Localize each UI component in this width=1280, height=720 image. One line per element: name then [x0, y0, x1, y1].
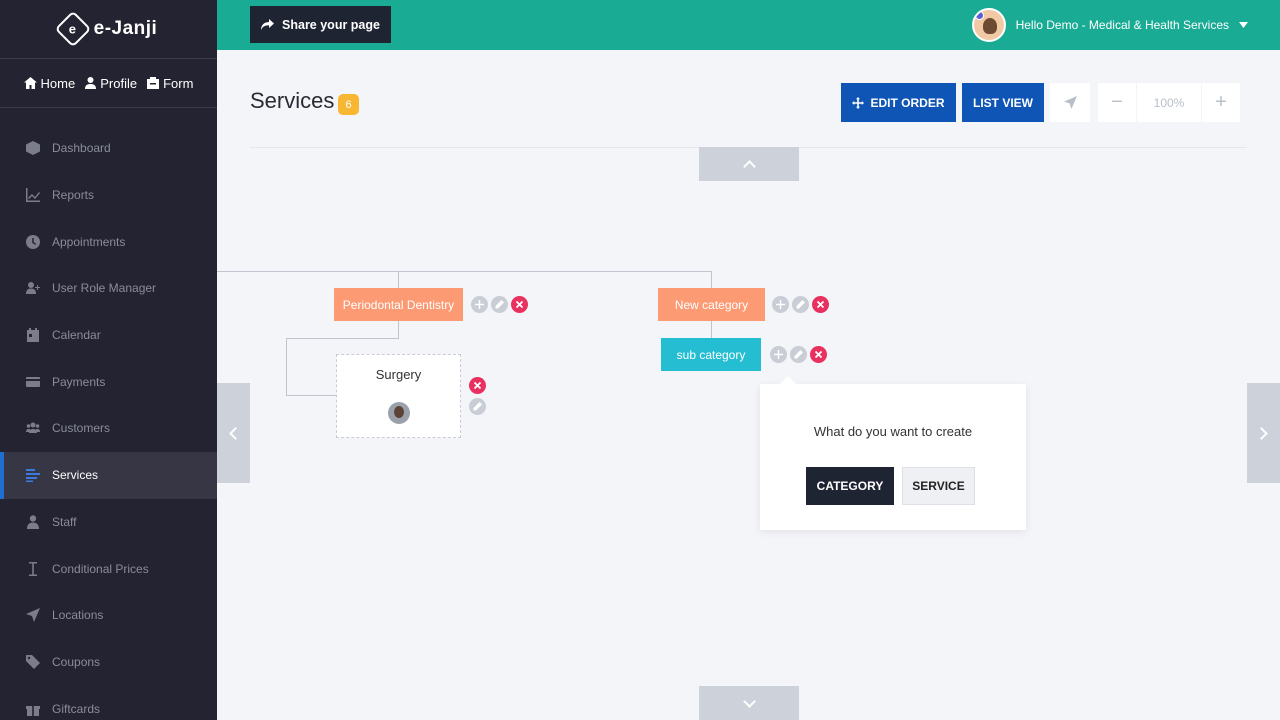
create-category-button[interactable]: CATEGORY	[806, 467, 894, 505]
plus-icon	[475, 300, 484, 309]
popup-question: What do you want to create	[813, 424, 973, 439]
subcategory-node[interactable]: sub category	[661, 338, 761, 371]
pencil-icon	[495, 300, 504, 309]
category-node[interactable]: Periodontal Dentistry	[334, 288, 463, 321]
edit-button[interactable]	[491, 296, 508, 313]
category-node[interactable]: New category	[658, 288, 765, 321]
node-actions	[471, 296, 528, 313]
add-button[interactable]	[471, 296, 488, 313]
node-actions	[770, 346, 827, 363]
service-actions	[469, 377, 486, 415]
node-actions	[772, 296, 829, 313]
add-button[interactable]	[772, 296, 789, 313]
plus-icon	[774, 350, 783, 359]
tree-connectors	[217, 271, 712, 396]
create-popup: What do you want to create CATEGORY SERV…	[760, 376, 1026, 530]
pencil-icon	[473, 402, 482, 411]
edit-button[interactable]	[792, 296, 809, 313]
close-icon	[473, 381, 482, 390]
close-icon	[814, 350, 823, 359]
close-icon	[816, 300, 825, 309]
delete-button[interactable]	[511, 296, 528, 313]
pencil-icon	[794, 350, 803, 359]
delete-button[interactable]	[812, 296, 829, 313]
staff-avatar	[388, 402, 410, 424]
service-card[interactable]: Surgery	[336, 354, 461, 438]
edit-button[interactable]	[790, 346, 807, 363]
add-button[interactable]	[770, 346, 787, 363]
plus-icon	[776, 300, 785, 309]
create-service-button[interactable]: SERVICE	[902, 467, 975, 505]
delete-button[interactable]	[810, 346, 827, 363]
edit-button[interactable]	[469, 398, 486, 415]
close-icon	[515, 300, 524, 309]
service-title: Surgery	[375, 367, 422, 382]
pencil-icon	[796, 300, 805, 309]
delete-button[interactable]	[469, 377, 486, 394]
